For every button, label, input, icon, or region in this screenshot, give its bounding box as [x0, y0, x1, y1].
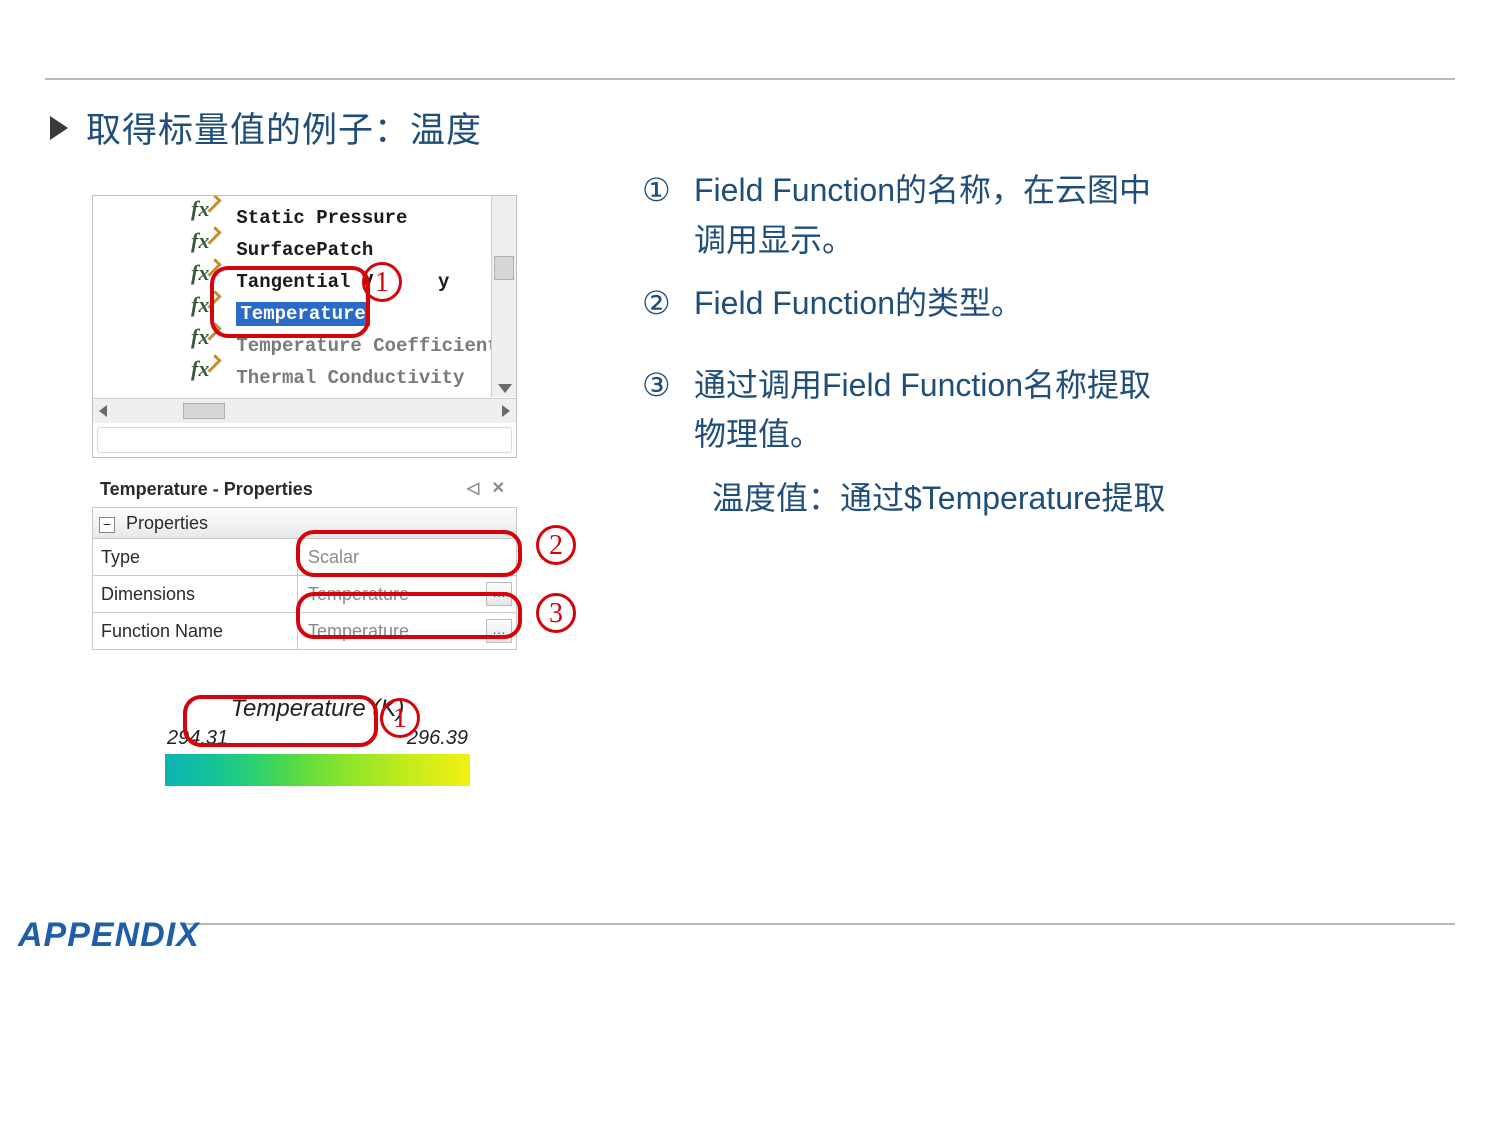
property-key: Type	[93, 539, 298, 575]
explanation-notes: ① Field Function的名称，在云图中 调用显示。 ② Field F…	[642, 166, 1422, 524]
note-marker: ①	[642, 166, 694, 265]
footer-divider	[180, 923, 1455, 925]
properties-panel: Temperature - Properties ◁ ✕ − Propertie…	[92, 471, 517, 650]
tree-item-label: Thermal Conductivity	[236, 367, 464, 389]
tree-item-label: Static Pressure	[236, 207, 407, 229]
horizontal-scrollbar[interactable]	[93, 398, 516, 423]
legend-max: 296.39	[407, 727, 468, 750]
properties-title-bar: Temperature - Properties ◁ ✕	[92, 471, 517, 507]
chevron-right-icon	[50, 116, 68, 140]
note-text: Field Function的类型。	[694, 285, 1023, 321]
note-text: 通过调用Field Function名称提取	[694, 367, 1151, 403]
note-marker: ②	[642, 279, 694, 329]
legend-min: 294.31	[167, 727, 228, 750]
property-value[interactable]: Temperature …	[298, 613, 516, 649]
tree-item[interactable]: Temperature Coefficient	[93, 330, 491, 362]
scroll-right-icon[interactable]	[502, 405, 510, 417]
note-2: ② Field Function的类型。	[642, 279, 1422, 329]
tree-item-label-pre: Tangential V	[236, 271, 373, 293]
heading-text: 取得标量值的例子：温度	[86, 102, 482, 153]
tree-item[interactable]: Static Pressure	[93, 202, 491, 234]
ellipsis-button[interactable]: …	[486, 582, 512, 606]
property-key: Dimensions	[93, 576, 298, 612]
scroll-down-icon[interactable]	[498, 384, 512, 393]
property-row-function-name: Function Name Temperature …	[92, 613, 517, 650]
color-bar	[165, 754, 470, 786]
tree-item[interactable]: Thermal Conductivity	[93, 362, 491, 394]
vertical-scrollbar[interactable]	[491, 196, 516, 397]
property-row-type: Type Scalar	[92, 539, 517, 576]
legend-title: Temperature (K)	[165, 695, 470, 723]
scroll-left-icon[interactable]	[99, 405, 107, 417]
fx-icon	[191, 367, 219, 389]
collapse-icon[interactable]: −	[99, 517, 115, 533]
footer-label: APPENDIX	[18, 916, 200, 955]
ellipsis-button[interactable]: …	[486, 619, 512, 643]
tree-item-label: Temperature Coefficient	[236, 335, 491, 357]
tree-item-label: SurfacePatch	[236, 239, 373, 261]
filter-input[interactable]	[97, 427, 512, 453]
slide-heading: 取得标量值的例子：温度	[50, 102, 482, 153]
window-buttons[interactable]: ◁ ✕	[467, 471, 509, 507]
properties-section-header[interactable]: − Properties	[92, 507, 517, 539]
callout-circle-1b: 1	[380, 698, 420, 738]
tree-item-label: Temperature	[236, 302, 369, 326]
tree-item-selected[interactable]: Temperature	[93, 298, 491, 330]
top-divider	[45, 78, 1455, 80]
properties-section-label: Properties	[126, 513, 208, 533]
legend-range: 294.31 296.39	[165, 727, 470, 754]
note-marker: ③	[642, 361, 694, 460]
field-function-tree-panel: Static Pressure SurfacePatch Tangential …	[92, 195, 517, 458]
property-row-dimensions: Dimensions Temperature …	[92, 576, 517, 613]
color-legend: Temperature (K) 294.31 296.39	[165, 695, 470, 786]
callout-circle-2: 2	[536, 525, 576, 565]
note-text: 物理值。	[694, 416, 822, 452]
note-sub: 温度值：通过$Temperature提取	[712, 474, 1422, 524]
properties-title-text: Temperature - Properties	[100, 471, 313, 507]
tree-item-label-post: y	[438, 271, 449, 293]
scroll-thumb[interactable]	[183, 403, 225, 419]
tree-body: Static Pressure SurfacePatch Tangential …	[93, 196, 491, 397]
property-value[interactable]: Temperature …	[298, 576, 516, 612]
property-value[interactable]: Scalar	[298, 539, 516, 575]
note-text: Field Function的名称，在云图中	[694, 172, 1151, 208]
note-text: 调用显示。	[694, 222, 854, 258]
callout-circle-3: 3	[536, 593, 576, 633]
note-1: ① Field Function的名称，在云图中 调用显示。	[642, 166, 1422, 265]
scroll-thumb[interactable]	[494, 256, 514, 280]
tree-item[interactable]: SurfacePatch	[93, 234, 491, 266]
callout-circle-1: 1	[362, 262, 402, 302]
tree-item[interactable]: Tangential V y	[93, 266, 491, 298]
property-key: Function Name	[93, 613, 298, 649]
note-3: ③ 通过调用Field Function名称提取 物理值。	[642, 361, 1422, 460]
